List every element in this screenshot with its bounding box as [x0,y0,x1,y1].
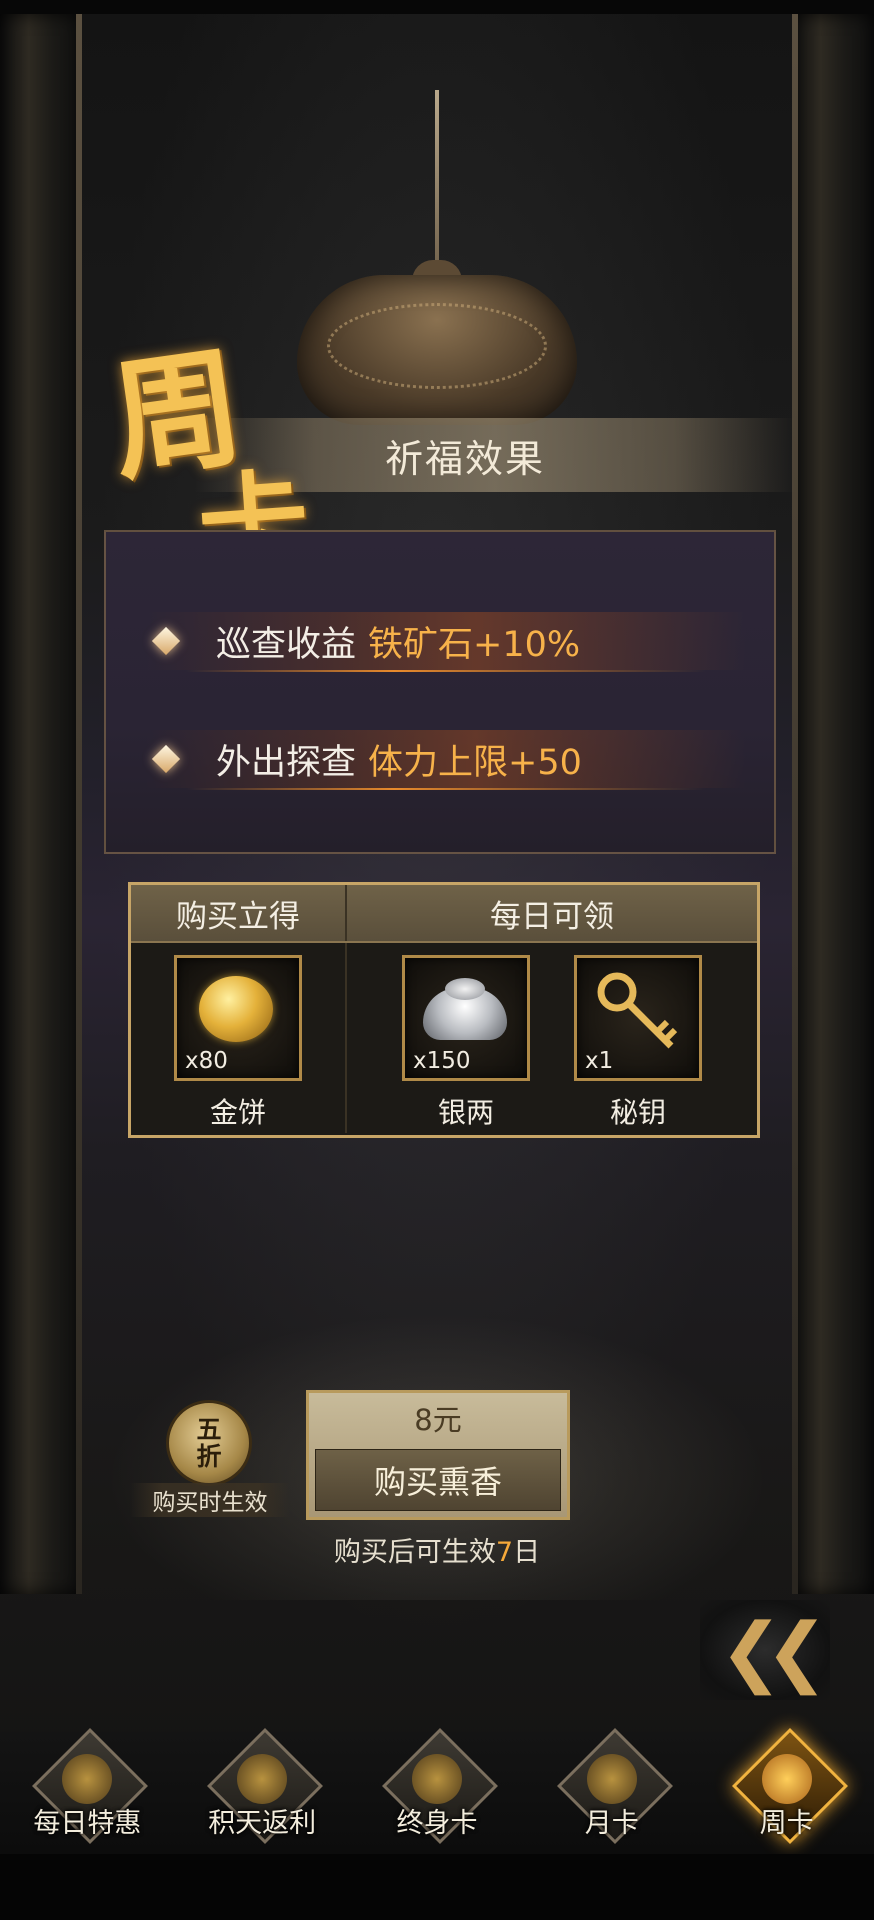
duration-days: 7 [495,1537,514,1568]
reward-item-gold-cake[interactable]: x80 金饼 [173,955,303,1131]
item-name: 秘钥 [609,1096,666,1129]
purchase-box: 8元 购买熏香 [306,1390,570,1520]
item-count: x150 [413,1048,471,1074]
item-count: x80 [185,1048,228,1074]
lotus-icon [586,1754,637,1804]
reward-panel: 购买立得 每日可领 x80 金饼 x150 银两 x1 秘钥 [128,882,760,1138]
duration-note: 购买后可生效7日 [0,1530,874,1569]
right-pillar [792,14,874,1594]
effect-row: 外出探查 体力上限+50 [146,730,746,790]
discount-badge: 五折 [166,1400,252,1486]
collapse-chevrons-icon[interactable]: ❮❮ [700,1600,830,1700]
nav-tab-month-card[interactable]: 月卡 [537,1728,687,1854]
duration-prefix: 购买后可生效 [333,1537,496,1568]
nav-label: 终身卡 [396,1808,478,1839]
effect-label: 外出探查 [216,742,357,783]
reward-header: 购买立得 每日可领 [131,885,757,943]
incense-burner-illustration [292,70,582,425]
silver-ingot-icon [423,978,507,1040]
item-name: 金饼 [209,1096,266,1129]
effect-row: 巡查收益 铁矿石+10% [146,612,746,672]
nav-label: 每日特惠 [33,1808,142,1839]
reward-divider [345,943,347,1133]
top-border [0,0,874,14]
nav-label: 周卡 [759,1808,814,1839]
nav-tab-week-card[interactable]: 周卡 [712,1728,862,1854]
golden-burner-icon [761,1754,812,1804]
reward-item-key[interactable]: x1 秘钥 [573,955,703,1131]
gold-cake-icon [199,976,273,1042]
buy-incense-button[interactable]: 购买熏香 [315,1449,561,1511]
item-frame: x150 [402,955,530,1081]
nav-tab-daily-deal[interactable]: 每日特惠 [12,1728,162,1854]
instant-reward-header: 购买立得 [131,885,347,941]
effect-value: 铁矿石+10% [368,624,581,665]
nav-label: 积天返利 [208,1808,317,1839]
panel-title: 祈福效果 [384,436,545,481]
reward-item-silver[interactable]: x150 银两 [401,955,531,1131]
item-frame: x80 [174,955,302,1081]
bottom-strip [0,1854,874,1920]
left-pillar [0,14,82,1594]
price-label: 8元 [414,1403,462,1437]
reward-body: x80 金饼 x150 银两 x1 秘钥 [131,943,757,1133]
item-frame: x1 [574,955,702,1081]
daily-reward-header: 每日可领 [490,898,614,935]
incense-stick [435,90,439,280]
discount-text: 五折 [196,1415,222,1471]
effect-value: 体力上限+50 [368,742,582,783]
item-count: x1 [585,1048,614,1074]
effect-label: 巡查收益 [216,624,357,665]
key-icon [597,972,678,1049]
nav-tab-lifetime-card[interactable]: 终身卡 [362,1728,512,1854]
dragon-icon [411,1754,462,1804]
effects-panel: 巡查收益 铁矿石+10% 外出探查 体力上限+50 [104,530,776,854]
discount-caption: 购买时生效 [130,1483,290,1517]
nav-label: 月卡 [584,1808,639,1839]
diamond-icon [151,626,181,656]
nav-tab-accumulate-rebate[interactable]: 积天返利 [187,1728,337,1854]
scroll-bundle-icon [237,1754,288,1804]
burner-body [297,275,577,425]
duration-suffix: 日 [513,1537,541,1568]
item-name: 银两 [437,1096,494,1129]
bottom-nav: 每日特惠 积天返利 终身卡 月卡 周卡 [0,1728,874,1854]
diamond-icon [151,744,181,774]
